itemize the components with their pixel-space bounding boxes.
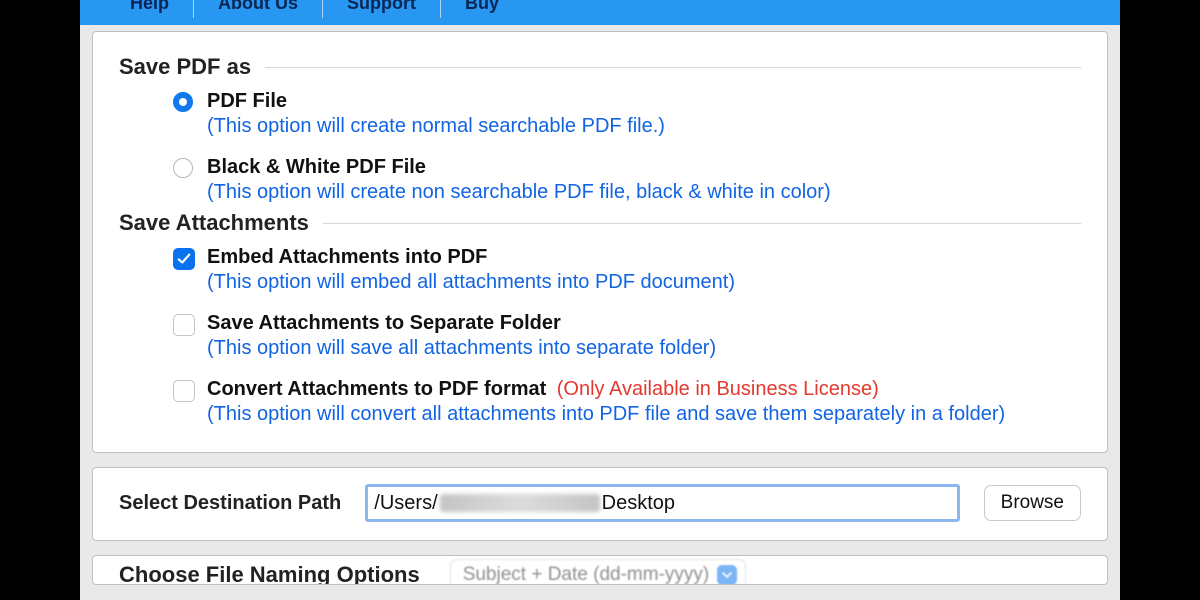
check-icon [177, 252, 191, 266]
path-suffix: Desktop [602, 492, 675, 515]
top-nav: Help About Us Support Buy [80, 0, 1120, 25]
file-naming-value: Subject + Date (dd-mm-yyyy) [463, 564, 710, 585]
nav-about-us[interactable]: About Us [198, 0, 318, 12]
nav-separator [322, 0, 323, 18]
save-pdf-heading: Save PDF as [119, 54, 251, 80]
save-attachments-heading-row: Save Attachments [119, 210, 1081, 236]
option-label: PDF File [207, 90, 287, 112]
option-description: (This option will save all attachments i… [207, 337, 1081, 360]
nav-buy[interactable]: Buy [445, 0, 519, 12]
license-badge: (Only Available in Business License) [557, 378, 879, 400]
option-convert-attachments[interactable]: Convert Attachments to PDF format (Only … [173, 378, 1081, 426]
checkbox-icon [173, 380, 195, 402]
app-window: Help About Us Support Buy Save PDF as PD… [80, 0, 1120, 600]
option-label: Embed Attachments into PDF [207, 246, 487, 268]
destination-path-input[interactable]: /Users/ Desktop [365, 484, 959, 522]
radio-bw-pdf-file[interactable] [173, 158, 195, 180]
option-text: Embed Attachments into PDF (This option … [207, 246, 1081, 294]
option-text: Save Attachments to Separate Folder (Thi… [207, 312, 1081, 360]
checkbox-icon [173, 314, 195, 336]
option-pdf-file[interactable]: PDF File (This option will create normal… [173, 90, 1081, 138]
heading-rule [323, 223, 1081, 224]
file-naming-select[interactable]: Subject + Date (dd-mm-yyyy) [450, 559, 747, 585]
save-pdf-heading-row: Save PDF as [119, 54, 1081, 80]
option-label: Save Attachments to Separate Folder [207, 312, 561, 334]
option-label: Black & White PDF File [207, 156, 426, 178]
path-redacted-segment [440, 494, 600, 512]
save-attachments-heading: Save Attachments [119, 210, 309, 236]
nav-separator [440, 0, 441, 18]
browse-button[interactable]: Browse [984, 485, 1081, 521]
destination-panel: Select Destination Path /Users/ Desktop … [92, 467, 1108, 541]
file-naming-panel: Choose File Naming Options Subject + Dat… [92, 555, 1108, 585]
option-text: PDF File (This option will create normal… [207, 90, 1081, 138]
option-embed-attachments[interactable]: Embed Attachments into PDF (This option … [173, 246, 1081, 294]
option-bw-pdf-file[interactable]: Black & White PDF File (This option will… [173, 156, 1081, 204]
main-content: Save PDF as PDF File (This option will c… [80, 25, 1120, 585]
destination-row: Select Destination Path /Users/ Desktop … [119, 484, 1081, 522]
path-prefix: /Users/ [374, 492, 437, 515]
option-text: Convert Attachments to PDF format (Only … [207, 378, 1081, 426]
checkbox-embed-attachments[interactable] [173, 248, 195, 270]
checkbox-icon [173, 248, 195, 270]
checkbox-convert-attachments[interactable] [173, 380, 195, 402]
save-pdf-options: PDF File (This option will create normal… [119, 90, 1081, 204]
pdf-options-panel: Save PDF as PDF File (This option will c… [92, 31, 1108, 453]
option-label: Convert Attachments to PDF format [207, 378, 546, 400]
save-attachments-options: Embed Attachments into PDF (This option … [119, 246, 1081, 426]
destination-label: Select Destination Path [119, 492, 341, 515]
radio-icon [173, 158, 193, 178]
heading-rule [265, 67, 1081, 68]
option-description: (This option will create normal searchab… [207, 115, 1081, 138]
nav-separator [193, 0, 194, 18]
option-description: (This option will create non searchable … [207, 181, 1081, 204]
nav-support[interactable]: Support [327, 0, 436, 12]
option-description: (This option will convert all attachment… [207, 403, 1081, 426]
radio-pdf-file[interactable] [173, 92, 195, 114]
chevron-down-icon [717, 565, 737, 585]
option-text: Black & White PDF File (This option will… [207, 156, 1081, 204]
radio-icon [173, 92, 193, 112]
file-naming-label: Choose File Naming Options [119, 562, 420, 585]
option-description: (This option will embed all attachments … [207, 271, 1081, 294]
option-separate-folder[interactable]: Save Attachments to Separate Folder (Thi… [173, 312, 1081, 360]
checkbox-separate-folder[interactable] [173, 314, 195, 336]
nav-help[interactable]: Help [110, 0, 189, 12]
